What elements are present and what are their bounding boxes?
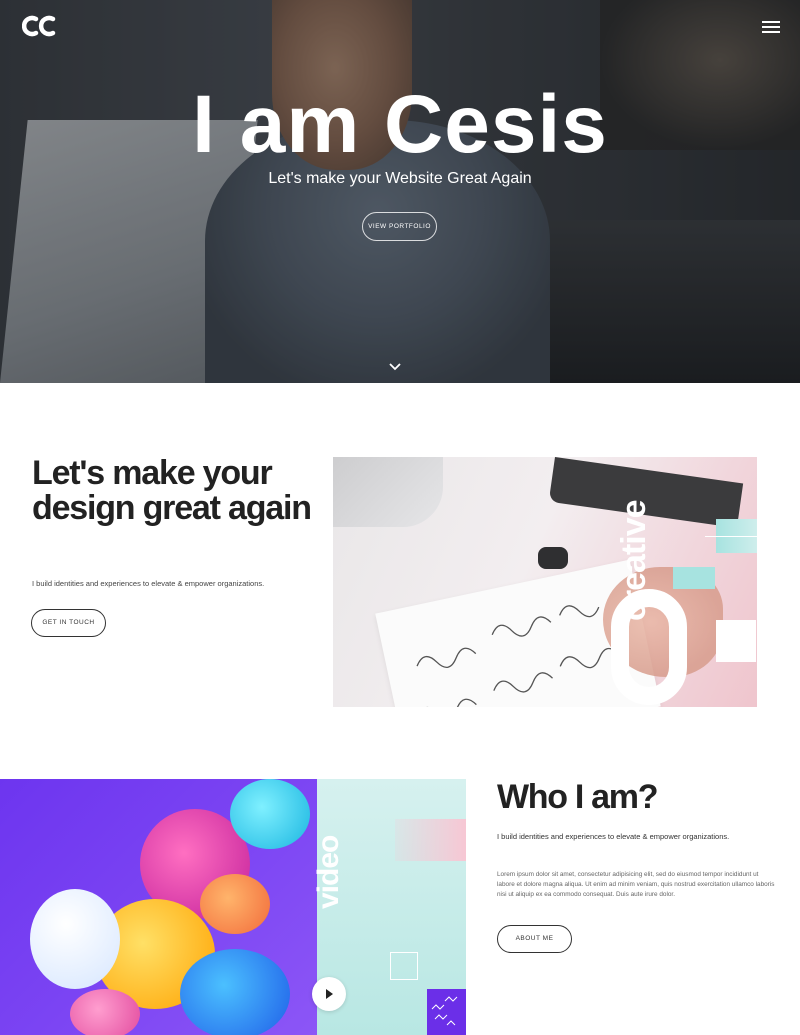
outline-square xyxy=(390,952,418,980)
pattern-square xyxy=(427,989,466,1035)
about-title: Who I am? xyxy=(497,778,658,816)
hero-title: I am Cesis xyxy=(192,79,608,170)
play-icon[interactable] xyxy=(312,977,346,1011)
pen-cap-shape xyxy=(538,547,568,569)
about-lead: I build identities and experiences to el… xyxy=(497,832,730,841)
video-word: video xyxy=(312,835,345,909)
white-square xyxy=(716,620,756,662)
get-in-touch-button[interactable]: GET IN TOUCH xyxy=(31,609,106,637)
view-portfolio-button[interactable]: VIEW PORTFOLIO xyxy=(362,212,437,241)
hero-subtitle: Let's make your Website Great Again xyxy=(268,170,532,187)
intro-text: I build identities and experiences to el… xyxy=(32,579,265,588)
page: I am Cesis Let's make your Website Great… xyxy=(0,0,800,1035)
hero-overlay xyxy=(0,0,800,383)
creative-word: creative xyxy=(615,500,653,621)
white-line xyxy=(705,536,757,537)
intro-title: Let's make your design great again xyxy=(32,454,312,527)
blob-pink xyxy=(70,989,140,1035)
blob-blue xyxy=(180,949,290,1035)
blob-cyan xyxy=(230,779,310,849)
about-me-button[interactable]: ABOUT ME xyxy=(497,925,572,953)
cc-logo-icon[interactable] xyxy=(22,14,58,38)
laptop-shape xyxy=(333,457,443,527)
pattern-lines xyxy=(431,996,458,1026)
creative-image: creative xyxy=(333,457,757,707)
hero-section: I am Cesis Let's make your Website Great… xyxy=(0,0,800,383)
hamburger-menu-icon[interactable] xyxy=(762,21,780,35)
blob-orange xyxy=(200,874,270,934)
mint-bar xyxy=(673,567,715,589)
video-image: video xyxy=(0,779,466,1035)
chevron-down-icon[interactable] xyxy=(388,362,402,372)
about-body: Lorem ipsum dolor sit amet, consectetur … xyxy=(497,871,775,898)
blob-white xyxy=(30,889,120,989)
pink-bar xyxy=(395,819,466,861)
